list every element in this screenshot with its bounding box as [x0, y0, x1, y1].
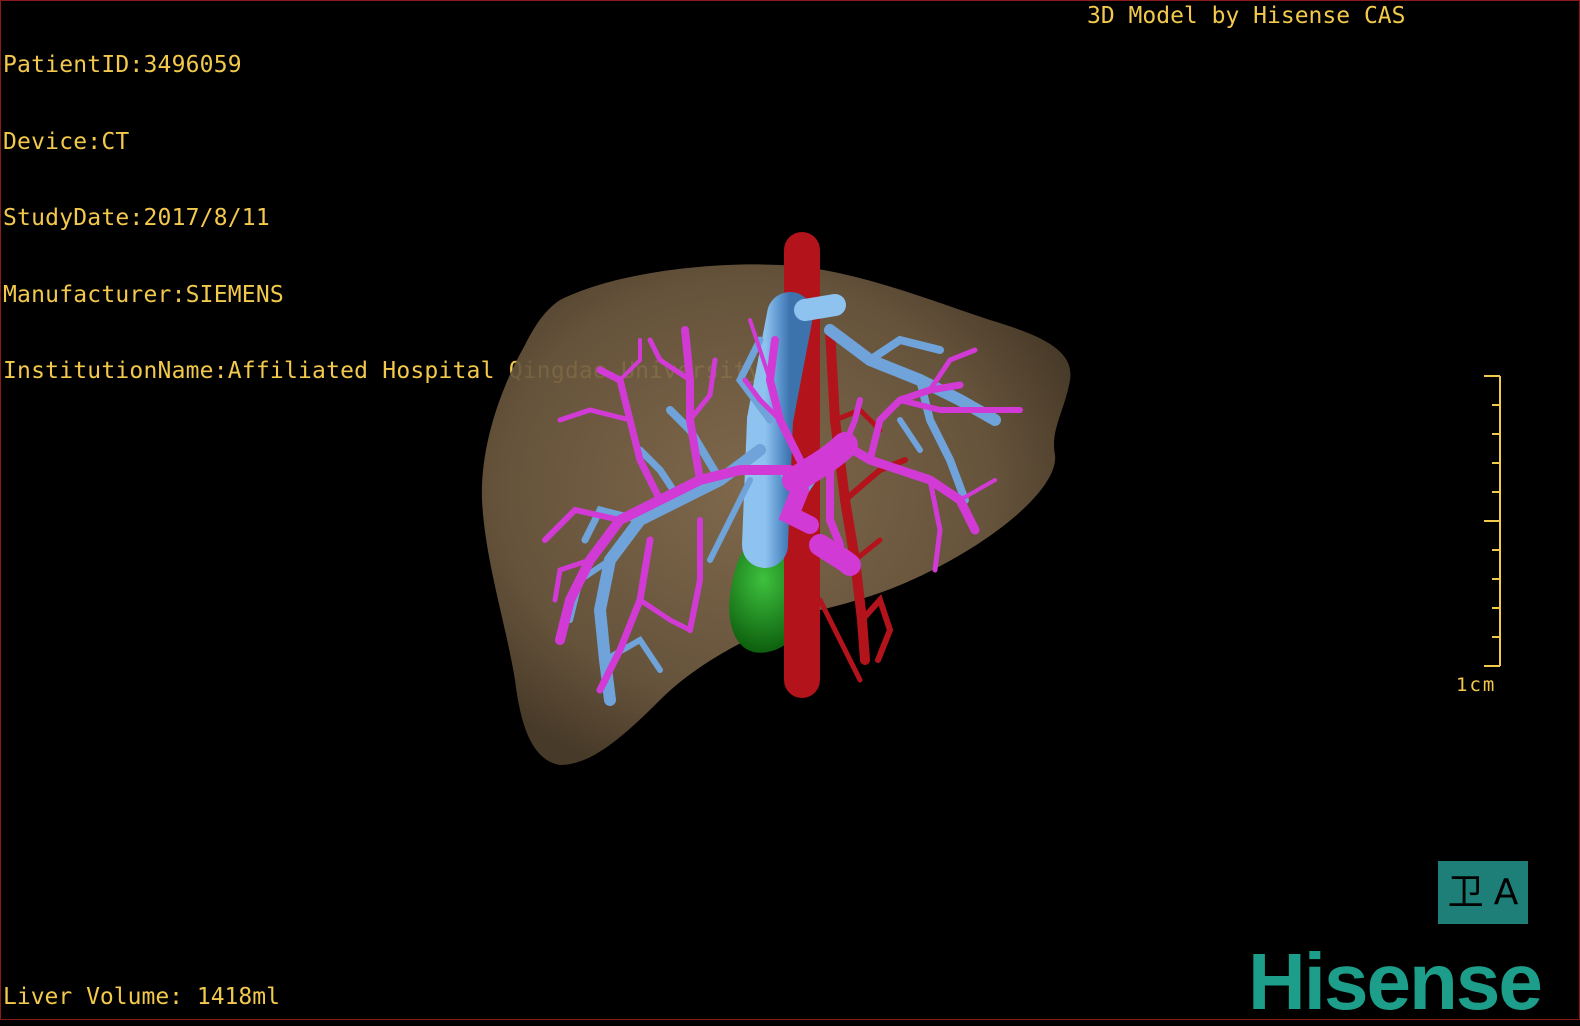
orientation-right-glyph: A	[1493, 871, 1519, 913]
3d-model-viewport[interactable]	[0, 0, 1580, 1020]
liver-volume: Liver Volume: 1418ml	[3, 984, 280, 1010]
orientation-badge[interactable]: 卫 A	[1438, 861, 1528, 924]
scale-bar	[1484, 375, 1501, 667]
orientation-left-glyph: 卫	[1447, 871, 1484, 913]
hisense-logo: Hisense	[1248, 937, 1543, 1026]
scale-bar-label: 1cm	[1456, 674, 1497, 696]
